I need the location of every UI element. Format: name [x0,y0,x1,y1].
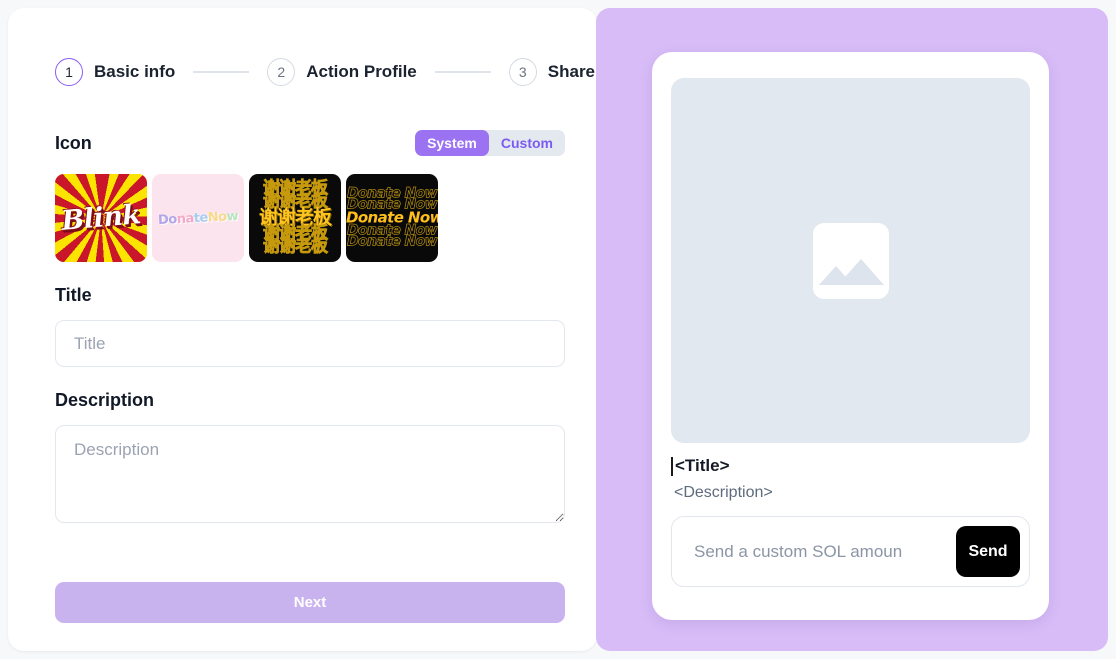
text-caret [671,456,673,476]
sol-amount-input[interactable] [694,541,956,562]
stepper-step-share[interactable]: 3 Share [508,58,596,86]
step-label: Basic info [94,62,176,81]
icon-thumbnail-xiexie-laoban-gold[interactable]: 谢谢老板 谢谢老板 谢谢老板 谢谢老板 谢谢老板 [249,174,341,262]
icon-thumbnail-donate-now-gold[interactable]: Donate Now Donate Now Donate Now Donate … [346,174,438,262]
preview-description: <Description> [674,484,773,501]
icon-thumbnail-list: Blink DonateNow 谢谢老板 谢谢老板 谢谢老板 谢谢老板 谢谢老板… [55,174,438,262]
image-placeholder-icon [812,222,889,299]
stepper-step-action-profile[interactable]: 2 Action Profile [267,58,417,86]
send-button[interactable]: Send [956,526,1020,577]
icon-thumbnail-donate-now-pastel[interactable]: DonateNow [152,174,244,262]
next-button[interactable]: Next [55,582,565,623]
preview-title-text: <Title> [675,456,730,475]
stepper-connector-2 [434,71,491,73]
description-field-label: Description [55,390,155,410]
icon-thumbnail-label: DonateNow [157,208,239,228]
mountain-large-shape [837,258,884,285]
icon-source-toggle: System Custom [415,130,565,156]
preview-title: <Title> [671,456,730,476]
toggle-custom-button[interactable]: Custom [489,130,565,156]
description-textarea[interactable] [55,425,565,523]
icon-thumbnail-label-echo: Donate Now [347,233,438,250]
stacked-text: 谢谢老板 谢谢老板 谢谢老板 谢谢老板 谢谢老板 [249,180,341,257]
step-label: Action Profile [306,62,417,81]
toggle-system-button[interactable]: System [415,130,489,156]
icon-section-label: Icon [55,132,92,153]
icon-thumbnail-label-echo: 谢谢老板 [263,236,329,257]
title-field-label: Title [55,285,92,305]
step-number-circle: 3 [508,58,537,86]
stepper-connector-1 [193,71,250,73]
step-number-circle: 1 [55,58,83,86]
preview-panel: <Title> <Description> Send [596,8,1108,651]
preview-amount-row: Send [671,516,1030,587]
stepper-step-basic-info[interactable]: 1 Basic info [55,58,175,86]
stepper: 1 Basic info 2 Action Profile 3 Share [55,58,595,86]
blink-preview-card: <Title> <Description> Send [652,52,1049,620]
create-blink-page: 1 Basic info 2 Action Profile 3 Share Ic… [0,0,1116,659]
title-input[interactable] [55,320,565,367]
step-number-circle: 2 [267,58,296,86]
step-label: Share [547,62,596,81]
preview-image-area [671,78,1030,443]
form-card: 1 Basic info 2 Action Profile 3 Share Ic… [8,8,597,651]
icon-thumbnail-blink-sunburst[interactable]: Blink [55,174,147,262]
icon-section-header: Icon System Custom [55,130,565,156]
stacked-text: Donate Now Donate Now Donate Now Donate … [346,186,438,250]
